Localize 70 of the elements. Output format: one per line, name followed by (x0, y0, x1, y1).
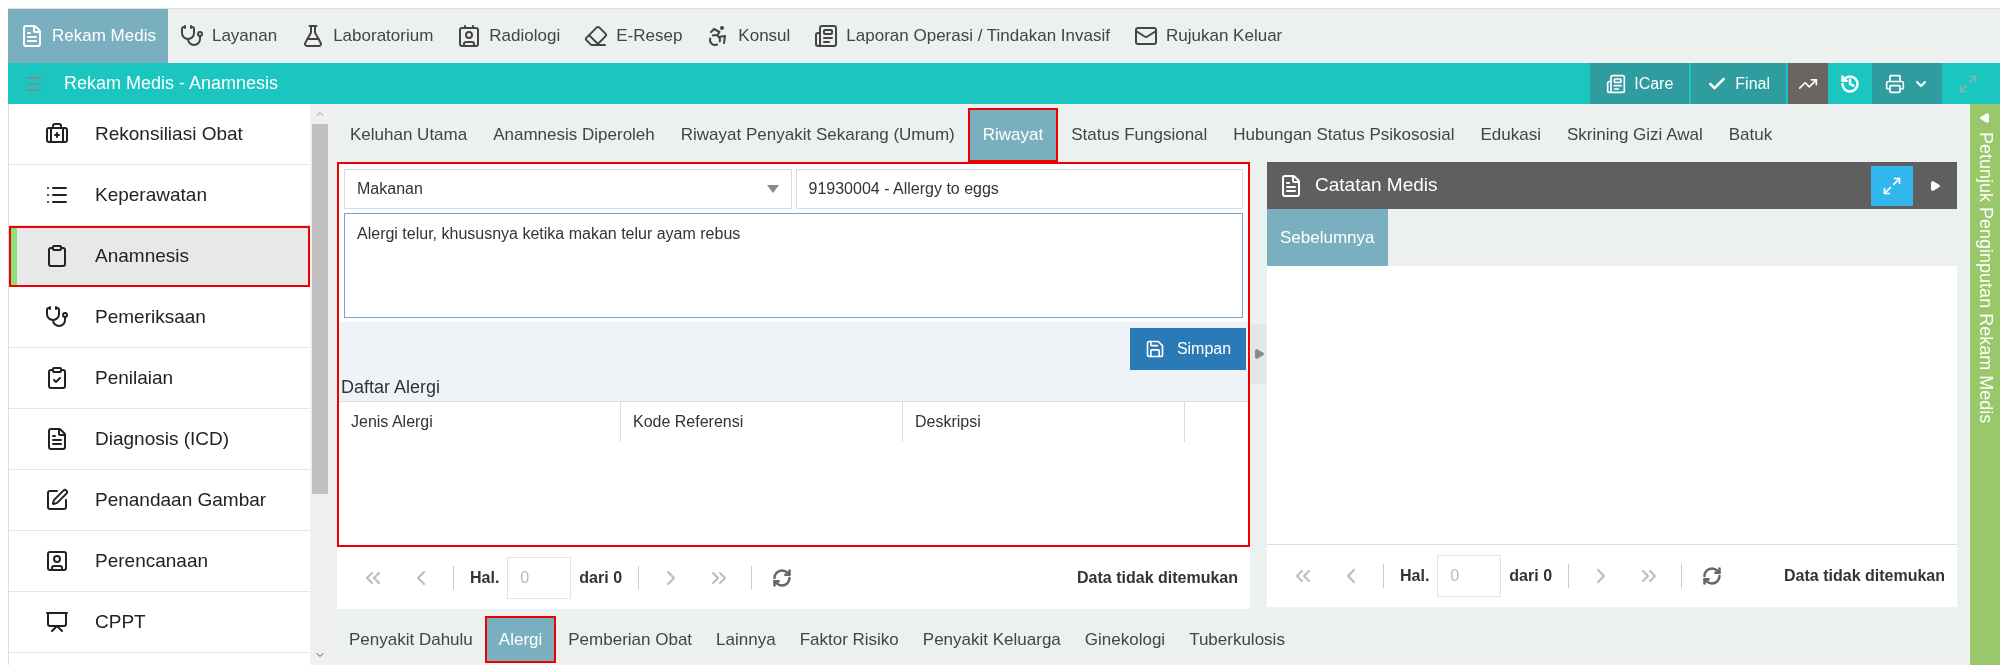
clipboard-check-icon (45, 366, 69, 390)
badge-icon (457, 24, 482, 48)
chart-button[interactable] (1788, 63, 1828, 104)
refresh-icon[interactable] (1702, 566, 1723, 586)
nav-tab[interactable]: Laboratorium (289, 9, 446, 63)
column-header[interactable]: Deskripsi (903, 402, 1185, 442)
tab[interactable]: Riwayat Penyakit Sekarang (Umum) (667, 108, 968, 162)
sub-tab[interactable]: Lainnya (704, 616, 788, 663)
column-header[interactable]: Kode Referensi (621, 402, 903, 442)
person-icon (45, 549, 69, 573)
nav-tab[interactable]: Rujukan Keluar (1122, 9, 1295, 63)
collapse-handle[interactable] (1251, 323, 1266, 384)
page-count: dari 0 (579, 568, 623, 588)
save-button[interactable]: Simpan (1130, 328, 1246, 370)
expand-button[interactable] (1871, 165, 1913, 206)
sub-tab[interactable]: Pemberian Obat (556, 616, 705, 663)
sub-tab[interactable]: Penyakit Keluarga (910, 616, 1073, 663)
nav-tab[interactable]: E-Resep (572, 9, 695, 63)
tab[interactable]: Anamnesis Diperoleh (480, 108, 668, 162)
page-label: Hal. (470, 568, 500, 588)
tab[interactable]: Keluhan Utama (337, 108, 481, 162)
collapse-icon (1979, 112, 1991, 124)
document-icon (20, 24, 44, 48)
status-text: Data tidak ditemukan (1784, 566, 1945, 586)
reference-field[interactable]: 91930004 - Allergy to eggs (795, 169, 1243, 209)
medical-kit-icon (45, 122, 69, 146)
refresh-icon[interactable] (772, 568, 793, 588)
print-icon (1885, 73, 1905, 94)
dropdown-caret-icon (766, 185, 779, 193)
mail-icon (1134, 24, 1158, 48)
document-icon (1279, 173, 1303, 198)
tab[interactable]: Edukasi (1467, 108, 1554, 162)
tab[interactable]: Status Fungsional (1058, 108, 1221, 162)
newspaper-icon (814, 24, 839, 48)
sub-tab[interactable]: Ginekologi (1072, 616, 1178, 663)
save-icon (1144, 339, 1165, 359)
notes-header: Catatan Medis (1267, 162, 1957, 209)
sub-tab[interactable]: Faktor Risiko (787, 616, 911, 663)
eraser-icon (584, 24, 609, 48)
section-title: Daftar Alergi (341, 376, 442, 399)
page-count: dari 0 (1509, 566, 1553, 586)
history-icon (1840, 73, 1860, 94)
allergy-type-select[interactable]: Makanan (344, 169, 792, 209)
nav-tab[interactable]: Radiologi (445, 9, 573, 63)
page-title: Rekam Medis - Anamnesis (64, 72, 279, 95)
nav-tab[interactable]: Laporan Operasi / Tindakan Invasif (802, 9, 1122, 63)
edit-icon (45, 488, 69, 512)
nav-tab[interactable]: Konsul (694, 9, 803, 63)
tab[interactable]: Batuk (1715, 108, 1786, 162)
status-text: Data tidak ditemukan (1077, 568, 1238, 588)
sidebar-item[interactable]: Anamnesis (9, 226, 310, 287)
stethoscope-icon (45, 305, 69, 329)
next-icon[interactable] (1929, 179, 1941, 192)
sub-tab[interactable]: Penyakit Dahulu (337, 616, 485, 663)
expand-icon (1958, 73, 1978, 94)
tab[interactable]: Hubungan Status Psikososial (1220, 108, 1468, 162)
page-label: Hal. (1400, 566, 1430, 586)
expand-icon (1882, 175, 1902, 196)
column-header[interactable]: Jenis Alergi (339, 402, 621, 442)
caret-icon (1252, 347, 1265, 360)
tab[interactable]: Skrining Gizi Awal (1553, 108, 1716, 162)
sub-tab[interactable]: Tuberkulosis (1177, 616, 1297, 663)
nav-tab[interactable]: Layanan (167, 9, 290, 63)
print-button[interactable] (1872, 63, 1942, 104)
document-icon (45, 427, 69, 451)
newspaper-icon (1606, 73, 1627, 94)
clipboard-icon (45, 244, 69, 268)
chart-board-icon (45, 610, 69, 634)
description-field[interactable]: Alergi telur, khususnya ketika makan telur ayam rebus (344, 213, 1243, 318)
scrollbar[interactable] (310, 104, 330, 665)
